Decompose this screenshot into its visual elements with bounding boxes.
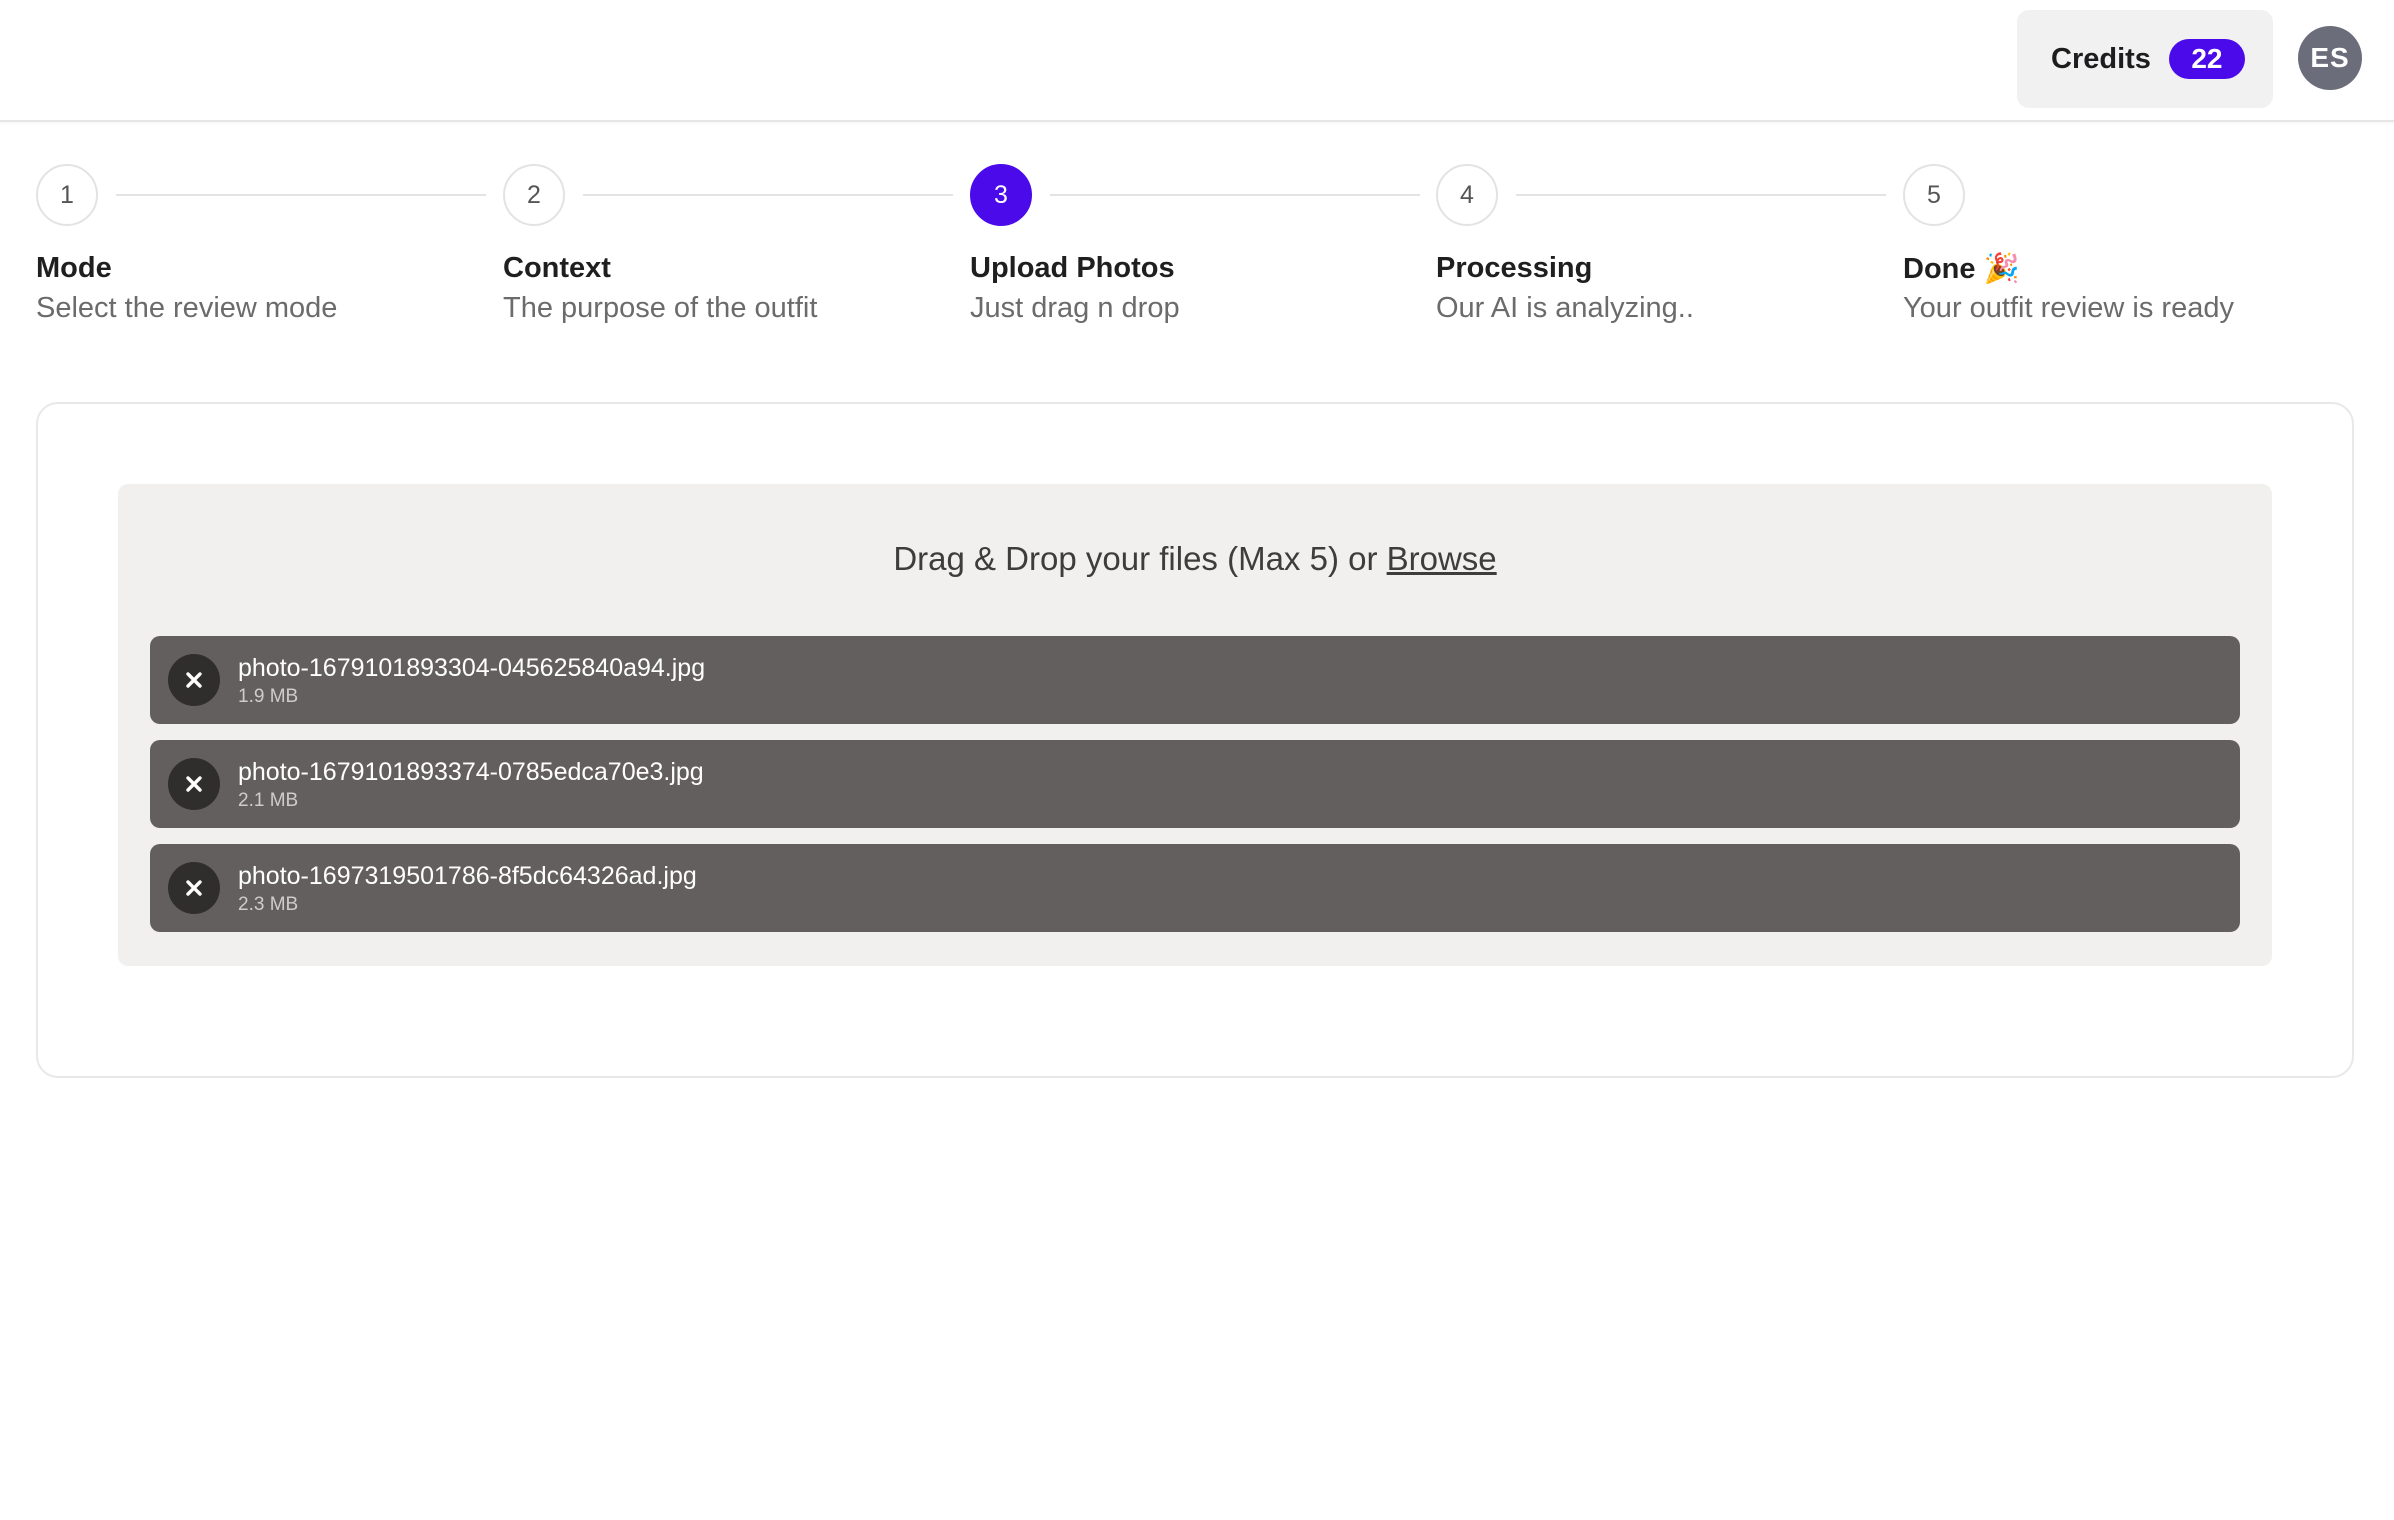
file-dropzone[interactable]: Drag & Drop your files (Max 5) or Browse… — [118, 484, 2272, 966]
browse-link[interactable]: Browse — [1387, 540, 1497, 577]
step-title: Upload Photos — [970, 252, 1175, 284]
step-title: Done 🎉 — [1903, 253, 2020, 285]
file-item: photo-1697319501786-8f5dc64326ad.jpg 2.3… — [150, 844, 2240, 932]
step-title: Context — [503, 252, 611, 284]
step-mode: 1 Mode Select the review mode — [36, 164, 503, 334]
step-title: Processing — [1436, 252, 1593, 284]
step-number-circle: 4 — [1436, 164, 1498, 226]
step-number-circle: 5 — [1903, 164, 1965, 226]
step-subtitle: The purpose of the outfit — [503, 292, 818, 324]
dropzone-prompt: Drag & Drop your files (Max 5) or Browse — [118, 540, 2272, 578]
file-size: 2.1 MB — [238, 790, 299, 811]
step-context: 2 Context The purpose of the outfit — [503, 164, 970, 334]
user-avatar[interactable]: ES — [2298, 26, 2362, 90]
step-upload-photos: 3 Upload Photos Just drag n drop — [970, 164, 1437, 334]
close-icon — [186, 880, 202, 896]
step-number-circle: 1 — [36, 164, 98, 226]
step-connector-line — [583, 194, 953, 196]
close-icon — [186, 672, 202, 688]
close-icon — [186, 776, 202, 792]
dropzone-prompt-text: Drag & Drop your files (Max 5) or — [893, 540, 1378, 577]
remove-file-button[interactable] — [168, 758, 220, 810]
step-processing: 4 Processing Our AI is analyzing.. — [1436, 164, 1903, 334]
step-done: 5 Done 🎉 Your outfit review is ready — [1903, 164, 2370, 334]
upload-card: Drag & Drop your files (Max 5) or Browse… — [36, 402, 2354, 1078]
step-subtitle: Just drag n drop — [970, 292, 1180, 324]
step-connector-line — [116, 194, 486, 196]
top-bar: Credits 22 ES — [0, 0, 2394, 122]
file-name: photo-1697319501786-8f5dc64326ad.jpg — [238, 862, 697, 890]
credits-label: Credits — [2051, 42, 2151, 75]
step-number-circle-active: 3 — [970, 164, 1032, 226]
remove-file-button[interactable] — [168, 862, 220, 914]
step-connector-line — [1516, 194, 1886, 196]
credits-count-badge: 22 — [2168, 39, 2245, 79]
progress-stepper: 1 Mode Select the review mode 2 Context … — [36, 164, 2356, 334]
file-name: photo-1679101893374-0785edca70e3.jpg — [238, 758, 704, 786]
remove-file-button[interactable] — [168, 654, 220, 706]
step-title: Mode — [36, 252, 112, 284]
file-size: 2.3 MB — [238, 894, 299, 915]
step-subtitle: Select the review mode — [36, 292, 338, 324]
credits-button[interactable]: Credits 22 — [2017, 10, 2273, 108]
file-name: photo-1679101893304-045625840a94.jpg — [238, 654, 706, 682]
file-item: photo-1679101893304-045625840a94.jpg 1.9… — [150, 636, 2240, 724]
file-size: 1.9 MB — [238, 686, 299, 707]
file-item: photo-1679101893374-0785edca70e3.jpg 2.1… — [150, 740, 2240, 828]
step-number-circle: 2 — [503, 164, 565, 226]
step-subtitle: Your outfit review is ready — [1903, 292, 2234, 324]
step-subtitle: Our AI is analyzing.. — [1436, 292, 1694, 324]
step-connector-line — [1050, 194, 1420, 196]
